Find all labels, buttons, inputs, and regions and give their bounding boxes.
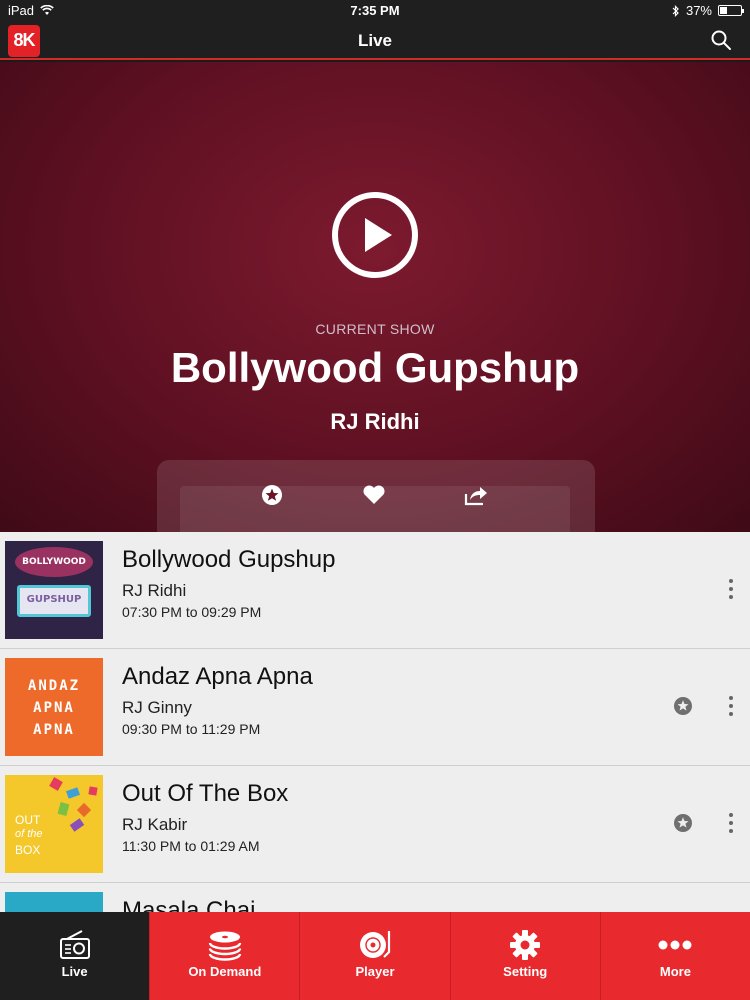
show-title: Out Of The Box <box>122 780 289 807</box>
show-title: Bollywood Gupshup <box>122 546 336 573</box>
show-thumbnail <box>5 892 103 912</box>
tab-on-demand[interactable]: On Demand <box>150 912 301 1000</box>
show-thumbnail: BOLLYWOOD GUPSHUP <box>5 541 103 639</box>
tab-more[interactable]: More <box>601 912 750 1000</box>
status-bar: iPad 7:35 PM 37% <box>0 0 750 22</box>
bluetooth-icon <box>672 4 679 17</box>
show-row[interactable]: Masala Chai <box>0 883 750 912</box>
thumbnail-caption: of the <box>15 828 43 840</box>
show-time: 09:30 PM to 11:29 PM <box>122 721 261 737</box>
radio-icon <box>59 930 90 959</box>
more-options-icon[interactable] <box>728 579 734 601</box>
show-title: Andaz Apna Apna <box>122 663 313 690</box>
more-dots-icon <box>658 940 692 950</box>
show-time: 11:30 PM to 01:29 AM <box>122 838 260 854</box>
show-row[interactable]: BOLLYWOOD GUPSHUP Bollywood Gupshup RJ R… <box>0 532 750 649</box>
search-icon[interactable] <box>710 29 732 51</box>
show-rj: RJ Ginny <box>122 698 192 717</box>
disc-stack-icon <box>208 931 241 961</box>
tab-label: Player <box>355 964 395 979</box>
show-row[interactable]: OUT of the BOX Out Of The Box RJ Kabir 1… <box>0 766 750 883</box>
reminder-star-icon[interactable] <box>673 696 693 716</box>
show-rj: RJ Ridhi <box>122 581 187 600</box>
tab-label: Live <box>61 964 88 979</box>
tab-label: On Demand <box>188 964 262 979</box>
thumbnail-caption: APNA <box>33 722 75 738</box>
play-button[interactable] <box>330 190 420 280</box>
show-row[interactable]: ANDAZ APNA APNA Andaz Apna Apna RJ Ginny… <box>0 649 750 766</box>
reminder-star-icon[interactable] <box>673 813 693 833</box>
tab-player[interactable]: Player <box>300 912 451 1000</box>
show-thumbnail: ANDAZ APNA APNA <box>5 658 103 756</box>
show-thumbnail: OUT of the BOX <box>5 775 103 873</box>
current-show-rj: RJ Ridhi <box>330 409 420 434</box>
bottom-tab-bar: Live On Demand Player Setting More <box>0 912 750 1000</box>
thumbnail-caption: BOX <box>15 843 41 857</box>
battery-icon <box>718 5 744 16</box>
show-rj: RJ Kabir <box>122 815 188 834</box>
more-options-icon[interactable] <box>728 813 734 835</box>
thumbnail-caption: BOLLYWOOD <box>22 557 86 567</box>
tab-setting[interactable]: Setting <box>451 912 601 1000</box>
show-schedule-list[interactable]: BOLLYWOOD GUPSHUP Bollywood Gupshup RJ R… <box>0 532 750 912</box>
thumbnail-caption: OUT <box>15 813 41 827</box>
heart-icon[interactable] <box>361 482 387 508</box>
tab-live[interactable]: Live <box>0 912 151 1000</box>
tab-label: More <box>659 964 691 979</box>
status-time: 7:35 PM <box>350 3 400 18</box>
thumbnail-caption: GUPSHUP <box>26 594 82 605</box>
page-title: Live <box>357 31 393 50</box>
thumbnail-caption: APNA <box>33 700 75 716</box>
current-show-hero: CURRENT SHOW Bollywood Gupshup RJ Ridhi <box>0 62 750 532</box>
show-time: 07:30 PM to 09:29 PM <box>122 604 262 620</box>
show-title: Masala Chai <box>122 897 256 912</box>
more-options-icon[interactable] <box>728 696 734 718</box>
battery-percent: 37% <box>685 3 712 18</box>
tab-label: Setting <box>503 964 548 979</box>
nav-bar: 8K Live <box>0 22 750 60</box>
current-show-label: CURRENT SHOW <box>315 321 435 337</box>
current-show-title: Bollywood Gupshup <box>170 344 580 391</box>
favorite-star-icon[interactable] <box>259 482 285 508</box>
thumbnail-caption: ANDAZ <box>27 678 81 694</box>
share-icon[interactable] <box>463 482 489 508</box>
turntable-icon <box>360 931 391 958</box>
gear-icon <box>510 930 541 960</box>
